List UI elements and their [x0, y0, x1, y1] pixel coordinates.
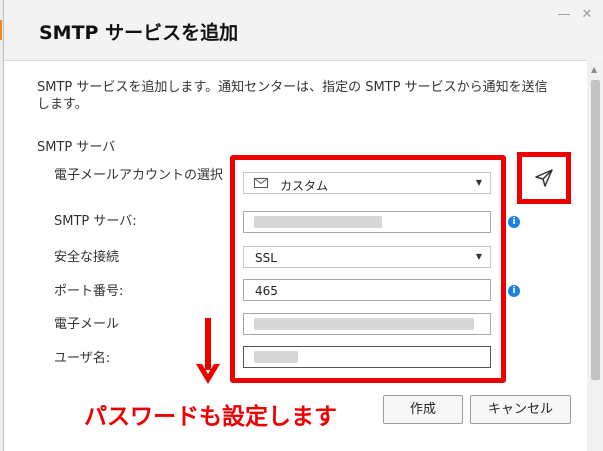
- dialog-header: SMTP サービスを追加 — ✕: [4, 0, 603, 61]
- intro-text: SMTP サービスを追加します。通知センターは、指定の SMTP サービスから通…: [37, 80, 548, 112]
- smtp-dialog: SMTP サービスを追加 — ✕ ▲ SMTP サービスを追加します。通知センタ…: [3, 0, 603, 451]
- close-button[interactable]: ✕: [580, 8, 594, 22]
- username-label: ユーザ名:: [54, 351, 111, 366]
- smtp-server-label: SMTP サーバ:: [54, 214, 137, 229]
- background-accent: [0, 20, 2, 40]
- send-test-button[interactable]: [517, 152, 571, 204]
- account-label: 電子メールアカウントの選択: [54, 168, 224, 183]
- info-icon[interactable]: i: [508, 285, 520, 297]
- scroll-up-icon[interactable]: ▲: [591, 65, 597, 74]
- info-icon[interactable]: i: [508, 216, 520, 228]
- scroll-thumb[interactable]: [591, 80, 600, 380]
- minimize-button[interactable]: —: [557, 8, 571, 22]
- send-icon: [535, 169, 553, 187]
- annotation-arrow-icon: [196, 318, 220, 384]
- secure-connection-label: 安全な接続: [54, 250, 120, 265]
- port-label: ポート番号:: [54, 284, 124, 299]
- highlight-box: [230, 155, 506, 383]
- email-label: 電子メール: [54, 317, 120, 332]
- section-label: SMTP サーバ: [37, 140, 116, 155]
- dialog-title: SMTP サービスを追加: [39, 22, 239, 44]
- cancel-button[interactable]: キャンセル: [470, 395, 571, 424]
- scrollbar[interactable]: ▲: [587, 60, 603, 451]
- create-button[interactable]: 作成: [383, 395, 463, 424]
- annotation-text: パスワードも設定します: [84, 404, 337, 430]
